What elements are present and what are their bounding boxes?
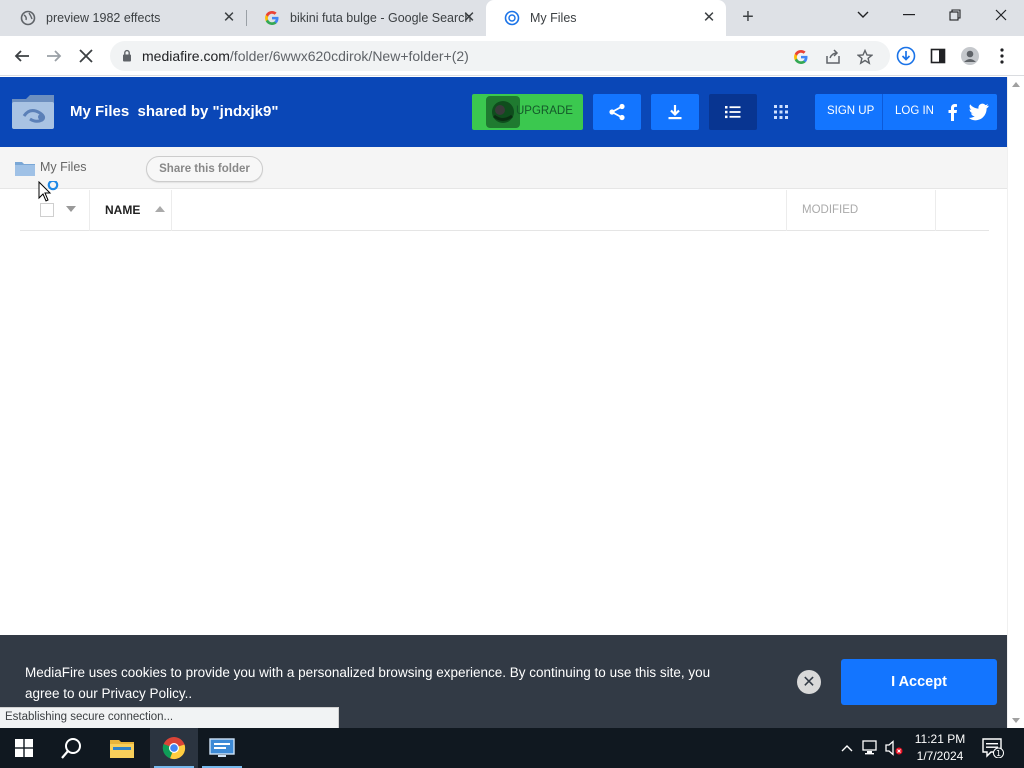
url-text: mediafire.com/folder/6wwx620cdirok/New+f… [142, 48, 469, 64]
remote-desktop-icon [209, 738, 235, 757]
volume-muted-icon[interactable] [884, 728, 906, 768]
browser-toolbar: mediafire.com/folder/6wwx620cdirok/New+f… [0, 36, 1024, 76]
column-divider [171, 190, 172, 231]
notifications-icon[interactable]: 1 [980, 728, 1006, 768]
tab-google-search[interactable]: bikini futa bulge - Google Search ✕ [246, 0, 486, 36]
globe-icon [20, 10, 36, 26]
tab-title: bikini futa bulge - Google Search [290, 11, 472, 25]
auth-buttons: SIGN UP LOG IN [815, 94, 997, 130]
page-title: My Files shared by "jndxjk9" [70, 103, 278, 120]
accept-cookies-button[interactable]: I Accept [841, 659, 997, 705]
mouse-cursor-icon [38, 179, 64, 205]
signup-button[interactable]: SIGN UP [827, 105, 874, 117]
file-explorer-icon [110, 740, 134, 758]
browser-tab-bar: preview 1982 effects ✕ bikini futa bulge… [0, 0, 1024, 36]
notification-count: 1 [996, 749, 1001, 758]
tab-title: My Files [530, 11, 577, 25]
twitter-icon[interactable] [968, 103, 989, 121]
folder-logo-icon[interactable] [10, 93, 56, 131]
browser-menu-icon[interactable] [990, 44, 1014, 68]
start-button[interactable] [0, 728, 48, 768]
breadcrumb-my-files[interactable]: My Files [40, 160, 87, 174]
mediafire-icon [504, 10, 520, 26]
restore-button[interactable] [932, 0, 978, 30]
login-button[interactable]: LOG IN [895, 105, 934, 117]
column-modified[interactable]: MODIFIED [802, 204, 858, 216]
site-header: My Files shared by "jndxjk9" UPGRADE SIG… [0, 77, 1007, 147]
tab-search-icon[interactable] [840, 0, 886, 30]
downloads-icon[interactable] [894, 44, 918, 68]
file-explorer-button[interactable] [98, 728, 146, 768]
cookie-close-button[interactable]: ✕ [797, 670, 821, 694]
tab-my-files[interactable]: My Files ✕ [486, 0, 726, 36]
column-divider [935, 190, 936, 231]
folder-icon[interactable] [15, 160, 35, 176]
minimize-button[interactable] [886, 0, 932, 30]
google-icon [264, 10, 280, 26]
grid-view-icon [774, 105, 788, 119]
share-icon [609, 103, 625, 121]
column-name[interactable]: NAME [105, 203, 140, 217]
file-list-header: NAME MODIFIED [20, 190, 989, 231]
status-bar: Establishing secure connection... [0, 707, 339, 728]
stop-loading-button[interactable] [74, 44, 98, 68]
page-scrollbar[interactable] [1007, 77, 1024, 728]
download-icon [668, 105, 682, 120]
windows-icon [15, 739, 33, 757]
tab-preview[interactable]: preview 1982 effects ✕ [2, 0, 246, 36]
windows-taskbar: 11:21 PM 1/7/2024 1 [0, 728, 1024, 768]
clock-date: 1/7/2024 [916, 749, 964, 763]
search-button[interactable] [48, 728, 96, 768]
chrome-icon [162, 737, 186, 760]
back-button[interactable] [10, 44, 34, 68]
upgrade-label: UPGRADE [516, 105, 573, 117]
share-button[interactable] [593, 94, 641, 130]
select-all-checkbox[interactable] [40, 203, 54, 217]
close-tab-icon[interactable]: ✕ [700, 9, 718, 27]
address-bar[interactable]: mediafire.com/folder/6wwx620cdirok/New+f… [110, 41, 890, 71]
side-panel-icon[interactable] [926, 44, 950, 68]
sort-ascending-icon[interactable] [155, 206, 165, 212]
auth-divider [882, 94, 883, 130]
grid-view-button[interactable] [757, 94, 805, 130]
download-button[interactable] [651, 94, 699, 130]
network-icon[interactable] [860, 728, 882, 768]
column-divider [786, 190, 787, 231]
tab-title: preview 1982 effects [46, 11, 161, 25]
scroll-up-icon[interactable] [1012, 82, 1020, 87]
search-icon [61, 738, 81, 759]
close-tab-icon[interactable]: ✕ [220, 9, 238, 27]
url-path: /folder/6wwx620cdirok/New+folder+(2) [229, 48, 469, 64]
remote-desktop-button[interactable] [198, 728, 246, 768]
close-window-button[interactable] [978, 0, 1024, 30]
cookie-message: MediaFire uses cookies to provide you wi… [25, 665, 711, 701]
close-tab-icon[interactable]: ✕ [460, 9, 478, 27]
chrome-taskbar-button[interactable] [150, 728, 198, 768]
list-view-icon [725, 106, 741, 119]
facebook-icon[interactable] [944, 103, 962, 121]
system-clock[interactable]: 11:21 PM 1/7/2024 [905, 731, 975, 765]
folder-title: My Files [70, 103, 130, 120]
shared-by-text: shared by "jndxjk9" [137, 103, 279, 120]
column-divider [89, 190, 90, 231]
loading-spinner-icon [486, 96, 520, 128]
google-lens-icon[interactable] [792, 48, 810, 66]
share-page-icon[interactable] [824, 48, 842, 66]
clock-time: 11:21 PM [914, 732, 966, 746]
profile-avatar-icon[interactable] [958, 44, 982, 68]
url-host: mediafire.com [142, 48, 230, 64]
upgrade-button[interactable]: UPGRADE [472, 94, 583, 130]
share-this-folder-button[interactable]: Share this folder [146, 156, 263, 182]
show-hidden-icons-icon[interactable] [838, 728, 856, 768]
select-menu-caret-icon[interactable] [66, 206, 76, 212]
new-tab-button[interactable]: + [737, 6, 759, 28]
lock-icon[interactable] [122, 49, 132, 65]
forward-button[interactable] [42, 44, 66, 68]
bookmark-star-icon[interactable] [856, 48, 874, 66]
list-view-button[interactable] [709, 94, 757, 130]
scroll-down-icon[interactable] [1012, 718, 1020, 723]
